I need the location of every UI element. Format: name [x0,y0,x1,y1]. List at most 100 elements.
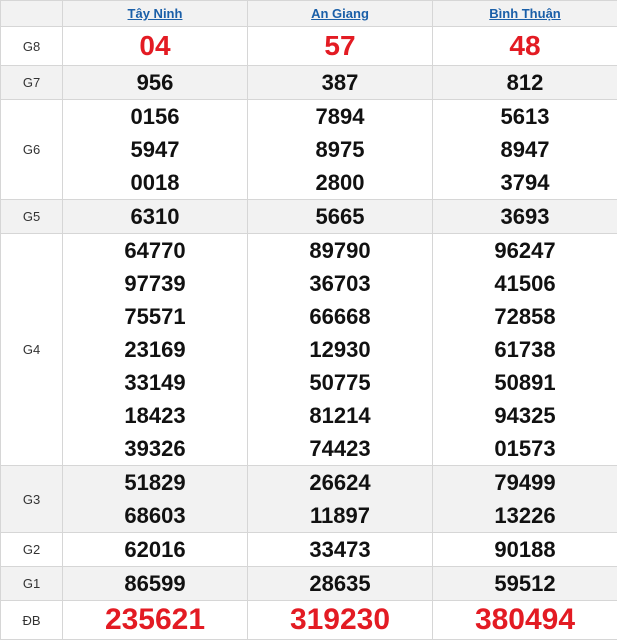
prize-cell: 64770 97739 75571 23169 33149 18423 3932… [62,233,248,466]
prize-number: 50891 [494,370,556,395]
prize-number: 12930 [309,337,371,362]
header-province-2: An Giang [247,0,433,27]
prize-cell: 86599 [62,566,248,601]
prize-row-g4: G4 64770 97739 75571 23169 33149 18423 3… [0,233,617,466]
prize-number: 7894 [315,104,365,129]
prize-number: 28635 [309,571,371,596]
prize-number: 50775 [309,370,371,395]
prize-number: 48 [509,30,541,61]
prize-number: 72858 [494,304,556,329]
prize-cell: 5613 8947 3794 [432,99,617,200]
prize-row-g7: G7 956 387 812 [0,65,617,100]
prize-label: G5 [0,199,63,234]
prize-cell: 235621 [62,600,248,640]
prize-number: 6310 [130,204,180,229]
prize-number: 18423 [124,403,186,428]
prize-cell: 319230 [247,600,433,640]
prize-cell: 90188 [432,532,617,567]
prize-cell: 96247 41506 72858 61738 50891 94325 0157… [432,233,617,466]
prize-cell: 48 [432,26,617,66]
prize-number: 75571 [124,304,186,329]
prize-cell: 387 [247,65,433,100]
prize-cell: 62016 [62,532,248,567]
prize-number: 5947 [130,137,180,162]
prize-number: 97739 [124,271,186,296]
prize-number: 59512 [494,571,556,596]
prize-number: 23169 [124,337,186,362]
prize-row-g6: G6 0156 5947 0018 7894 8975 2800 5613 89… [0,99,617,200]
prize-number: 956 [136,70,174,95]
prize-cell: 380494 [432,600,617,640]
prize-number: 33473 [309,537,371,562]
prize-cell: 33473 [247,532,433,567]
prize-number: 04 [139,30,171,61]
prize-number: 74423 [309,436,371,461]
province-link-an-giang[interactable]: An Giang [311,6,369,21]
prize-number: 3794 [500,170,550,195]
prize-cell: 5665 [247,199,433,234]
lottery-results-table: Tây Ninh An Giang Bình Thuận G8 04 57 48… [0,0,617,640]
prize-number: 41506 [494,271,556,296]
prize-label: G4 [0,233,63,466]
prize-number: 86599 [124,571,186,596]
prize-label: G8 [0,26,63,66]
prize-number: 61738 [494,337,556,362]
prize-number: 5665 [315,204,365,229]
prize-number: 33149 [124,370,186,395]
prize-cell: 3693 [432,199,617,234]
prize-label: G3 [0,465,63,533]
prize-cell: 956 [62,65,248,100]
prize-number: 13226 [494,503,556,528]
prize-number: 62016 [124,537,186,562]
prize-cell: 04 [62,26,248,66]
prize-cell: 51829 68603 [62,465,248,533]
prize-number: 90188 [494,537,556,562]
prize-number: 39326 [124,436,186,461]
prize-label: G1 [0,566,63,601]
header-corner [0,0,63,27]
prize-row-g2: G2 62016 33473 90188 [0,532,617,567]
prize-label: G6 [0,99,63,200]
prize-cell: 28635 [247,566,433,601]
prize-number: 89790 [309,238,371,263]
special-prize-number: 319230 [289,603,391,636]
prize-label: G7 [0,65,63,100]
prize-number: 387 [321,70,359,95]
special-prize-number: 380494 [474,603,576,636]
prize-number: 0156 [130,104,180,129]
prize-number: 36703 [309,271,371,296]
prize-number: 11897 [310,503,370,528]
header-row: Tây Ninh An Giang Bình Thuận [0,0,617,27]
prize-row-g1: G1 86599 28635 59512 [0,566,617,601]
prize-row-special: ĐB 235621 319230 380494 [0,600,617,640]
province-link-binh-thuan[interactable]: Bình Thuận [489,6,561,21]
prize-cell: 57 [247,26,433,66]
prize-cell: 0156 5947 0018 [62,99,248,200]
prize-cell: 89790 36703 66668 12930 50775 81214 7442… [247,233,433,466]
prize-number: 2800 [315,170,365,195]
prize-cell: 26624 11897 [247,465,433,533]
prize-label: ĐB [0,600,63,640]
prize-number: 0018 [130,170,180,195]
prize-number: 96247 [494,238,556,263]
prize-number: 812 [506,70,544,95]
prize-row-g3: G3 51829 68603 26624 11897 79499 13226 [0,465,617,533]
header-province-3: Bình Thuận [432,0,617,27]
prize-number: 5613 [500,104,550,129]
prize-cell: 6310 [62,199,248,234]
special-prize-number: 235621 [104,603,206,636]
prize-number: 8947 [500,137,550,162]
prize-number: 68603 [124,503,186,528]
header-province-1: Tây Ninh [62,0,248,27]
prize-number: 57 [324,30,356,61]
prize-cell: 7894 8975 2800 [247,99,433,200]
prize-number: 8975 [315,137,365,162]
prize-number: 94325 [494,403,556,428]
province-link-tay-ninh[interactable]: Tây Ninh [128,6,183,21]
prize-number: 3693 [500,204,550,229]
prize-number: 51829 [124,470,186,495]
prize-cell: 59512 [432,566,617,601]
prize-number: 66668 [309,304,371,329]
prize-row-g8: G8 04 57 48 [0,26,617,66]
prize-number: 64770 [124,238,186,263]
